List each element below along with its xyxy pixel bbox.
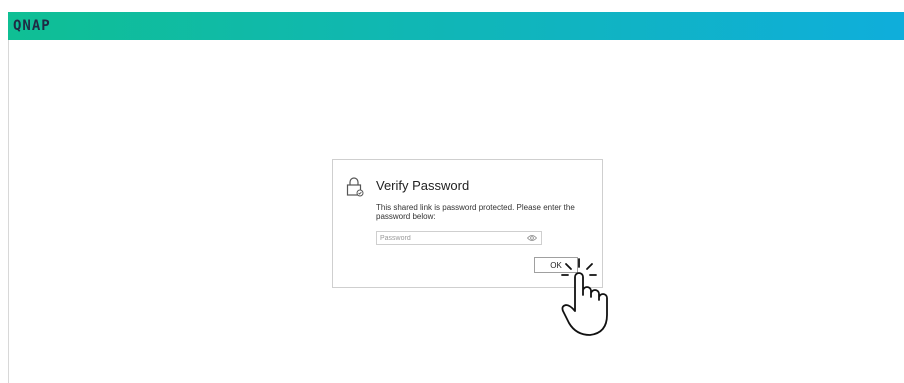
qnap-logo: QNAP — [13, 18, 51, 34]
eye-icon[interactable] — [527, 234, 537, 242]
password-field[interactable] — [376, 231, 542, 245]
app-header: QNAP — [8, 12, 904, 40]
password-input[interactable] — [377, 232, 523, 244]
left-border — [8, 40, 9, 383]
dialog-description: This shared link is password protected. … — [376, 203, 575, 221]
frame-top — [0, 0, 904, 12]
lock-icon — [346, 177, 364, 197]
dialog-title: Verify Password — [376, 178, 470, 193]
hand-pointer-icon — [561, 258, 608, 336]
